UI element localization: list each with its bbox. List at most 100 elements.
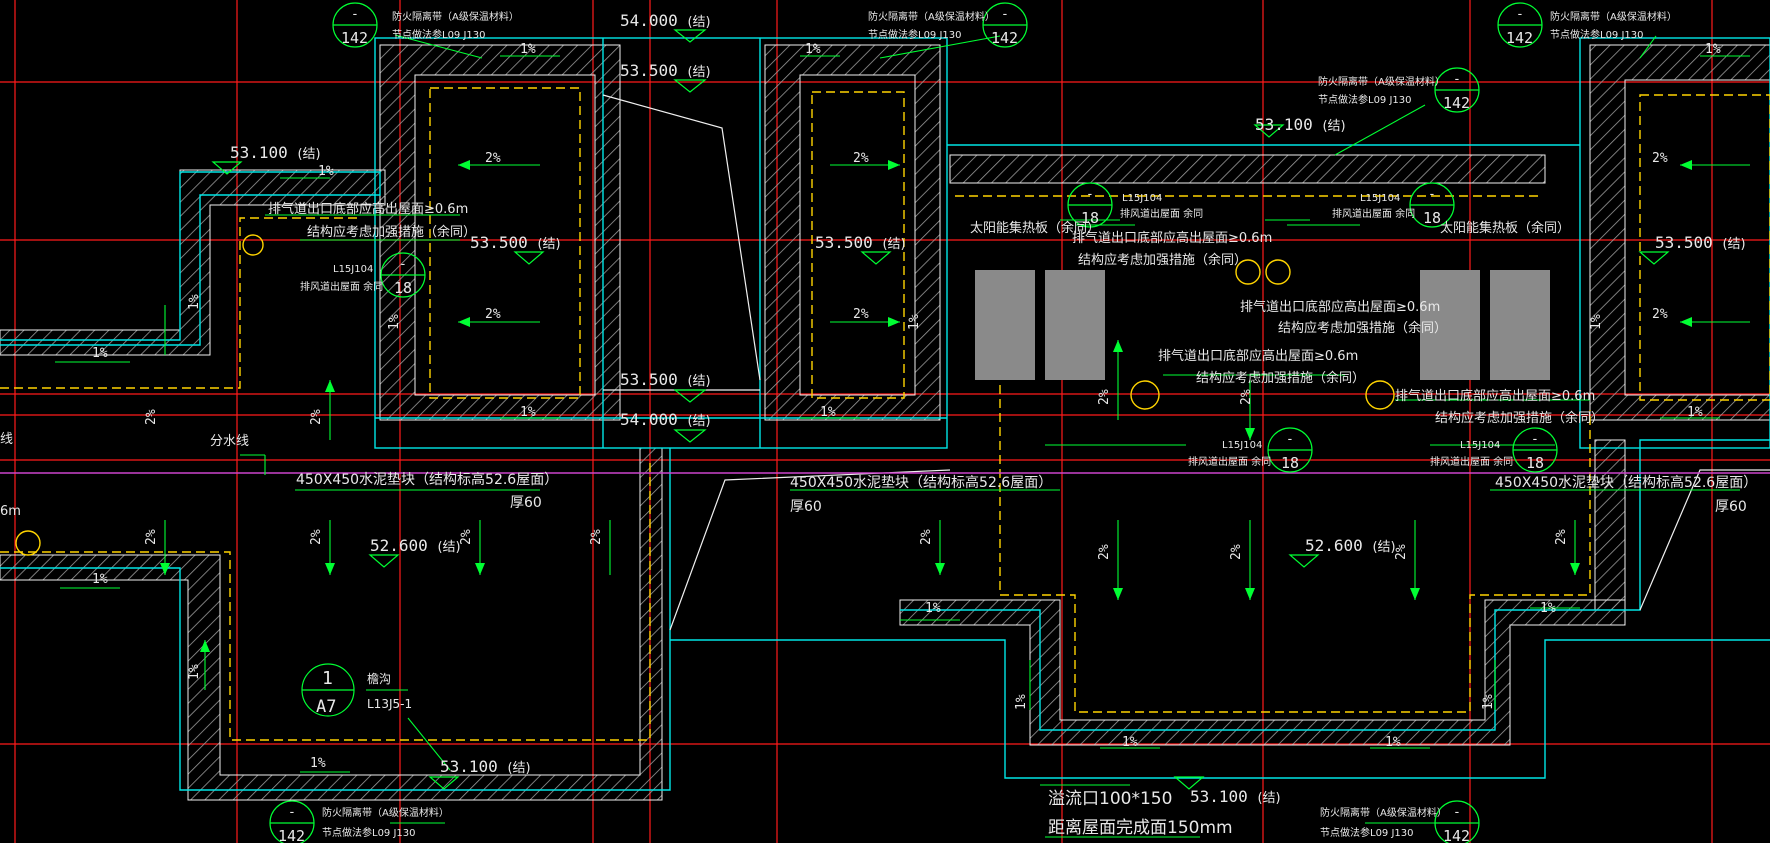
- vent-outlets: [15, 234, 1395, 556]
- fire-band-note: 节点做法参L09 J130: [392, 28, 486, 41]
- svg-text:53.500 (结): 53.500 (结): [1655, 233, 1746, 252]
- vent-note: 结构应考虑加强措施（余同）: [1196, 370, 1365, 386]
- elevation-value: 53.500: [1655, 233, 1713, 252]
- svg-text:142: 142: [341, 29, 368, 47]
- vent-detail-code: L15J104: [1360, 193, 1400, 204]
- solar-note: 太阳能集热板（余同）: [1440, 220, 1570, 236]
- svg-text:53.500 (结): 53.500 (结): [815, 233, 906, 252]
- slope-label: 1%: [925, 601, 941, 616]
- elevation-value: 54.000: [620, 11, 678, 30]
- slope-label: 1%: [318, 164, 334, 179]
- vent-outlet: [1130, 380, 1160, 410]
- vent-note: 排气道出口底部应高出屋面≥0.6m: [1395, 388, 1595, 404]
- truncated-label: 线: [0, 432, 13, 447]
- fire-band-note: 节点做法参L09 J130: [868, 28, 962, 41]
- svg-text:-: -: [1286, 432, 1294, 447]
- svg-text:-: -: [1086, 187, 1094, 202]
- elevation-value: 53.500: [620, 61, 678, 80]
- svg-text:142: 142: [991, 29, 1018, 47]
- svg-text:53.100 (结): 53.100 (结): [230, 143, 321, 162]
- elevation-value: 53.100: [1190, 787, 1248, 806]
- slope-label: 2%: [1097, 544, 1112, 560]
- elevation-suffix: (结): [687, 374, 710, 389]
- vent-outlet: [1365, 380, 1395, 410]
- cement-pad-thick: 厚60: [1715, 499, 1747, 515]
- overflow-note: 距离屋面完成面150mm: [1048, 818, 1233, 838]
- slope-label: 1%: [387, 314, 402, 330]
- slope-label: 2%: [1097, 389, 1112, 405]
- elevation-suffix: (结): [437, 540, 460, 555]
- fire-band-note: 节点做法参L09 J130: [1318, 93, 1412, 106]
- elevation-suffix: (结): [687, 65, 710, 80]
- slope-label: 1%: [310, 756, 326, 771]
- fire-band-note: 节点做法参L09 J130: [1320, 826, 1414, 839]
- cement-pad-note: 450X450水泥垫块（结构标高52.6屋面）: [296, 471, 558, 488]
- svg-text:-: -: [1453, 72, 1461, 87]
- svg-text:142: 142: [1443, 827, 1470, 843]
- gutter-ref: L13J5-1: [367, 697, 412, 711]
- elevation-suffix: (结): [882, 237, 905, 252]
- elevation-value: 53.100: [230, 143, 288, 162]
- vent-detail-desc: 排风道出屋面 余同: [1120, 207, 1203, 220]
- solar-panel: [975, 270, 1035, 380]
- svg-text:52.600 (结): 52.600 (结): [1305, 536, 1396, 555]
- svg-text:A7: A7: [316, 697, 336, 717]
- slope-label: 1%: [92, 572, 108, 587]
- svg-text:-: -: [1516, 7, 1524, 22]
- svg-text:142: 142: [1443, 94, 1470, 112]
- vent-detail-desc: 排风道出屋面 余同: [1430, 455, 1513, 468]
- slope-label: 2%: [853, 151, 869, 166]
- fire-band-note: 防火隔离带（A级保温材料）: [322, 806, 449, 819]
- cement-pad-note: 450X450水泥垫块（结构标高52.6屋面）: [1495, 474, 1757, 491]
- slope-label: 2%: [485, 151, 501, 166]
- elevation-suffix: (结): [507, 761, 530, 776]
- vent-note: 排气道出口底部应高出屋面≥0.6m: [1240, 299, 1440, 315]
- svg-text:-: -: [1453, 805, 1461, 820]
- fire-band-note: 节点做法参L09 J130: [322, 826, 416, 839]
- callout-texts: - 142 - 142 - 142 - 142 - 142 - 142 - 18…: [278, 7, 1544, 843]
- elevation-value: 53.500: [815, 233, 873, 252]
- svg-text:1: 1: [322, 668, 333, 689]
- cad-roof-plan: 54.000 (结) 53.500 (结) 53.100 (结) 53.100 …: [0, 0, 1770, 843]
- fire-band-note: 节点做法参L09 J130: [1550, 28, 1644, 41]
- cement-pad-thick: 厚60: [510, 495, 542, 511]
- svg-text:53.500 (结): 53.500 (结): [620, 370, 711, 389]
- fire-band-note: 防火隔离带（A级保温材料）: [868, 10, 995, 23]
- divide-line-note: 分水线: [210, 434, 249, 449]
- slope-label: 2%: [919, 529, 934, 545]
- slope-label: 1%: [1481, 694, 1496, 710]
- elevation-suffix: (结): [1257, 791, 1280, 806]
- svg-text:-: -: [288, 805, 296, 820]
- svg-text:53.100 (结): 53.100 (结): [1190, 787, 1281, 806]
- slope-label: 1%: [1014, 694, 1029, 710]
- elevation-suffix: (结): [1372, 540, 1395, 555]
- vent-detail-desc: 排风道出屋面 余同: [300, 280, 383, 293]
- elevation-suffix: (结): [1322, 119, 1345, 134]
- elevation-value: 53.500: [620, 370, 678, 389]
- svg-text:18: 18: [1281, 454, 1299, 472]
- svg-text:18: 18: [1423, 209, 1441, 227]
- cement-pad-thick: 厚60: [790, 499, 822, 515]
- solar-panel: [1490, 270, 1550, 380]
- elevation-suffix: (结): [687, 414, 710, 429]
- cement-pad-note: 450X450水泥垫块（结构标高52.6屋面）: [790, 474, 1052, 491]
- elevation-value: 53.100: [440, 757, 498, 776]
- slope-label: 2%: [309, 529, 324, 545]
- elevation-value: 52.600: [370, 536, 428, 555]
- elevation-suffix: (结): [687, 15, 710, 30]
- slope-label: 1%: [1122, 735, 1138, 750]
- elevation-suffix: (结): [537, 237, 560, 252]
- vent-note: 结构应考虑加强措施（余同）: [307, 224, 476, 240]
- slope-label: 1%: [1540, 601, 1556, 616]
- slope-label: 1%: [1589, 314, 1604, 330]
- vent-detail-desc: 排风道出屋面 余同: [1332, 207, 1415, 220]
- slope-label: 1%: [92, 346, 108, 361]
- solar-panel: [1045, 270, 1105, 380]
- svg-text:54.000 (结): 54.000 (结): [620, 11, 711, 30]
- vent-note: 排气道出口底部应高出屋面≥0.6m: [268, 201, 468, 217]
- fire-band-note: 防火隔离带（A级保温材料）: [1550, 10, 1677, 23]
- svg-text:18: 18: [394, 279, 412, 297]
- slope-label: 2%: [1229, 544, 1244, 560]
- svg-text:18: 18: [1081, 209, 1099, 227]
- svg-text:54.000 (结): 54.000 (结): [620, 410, 711, 429]
